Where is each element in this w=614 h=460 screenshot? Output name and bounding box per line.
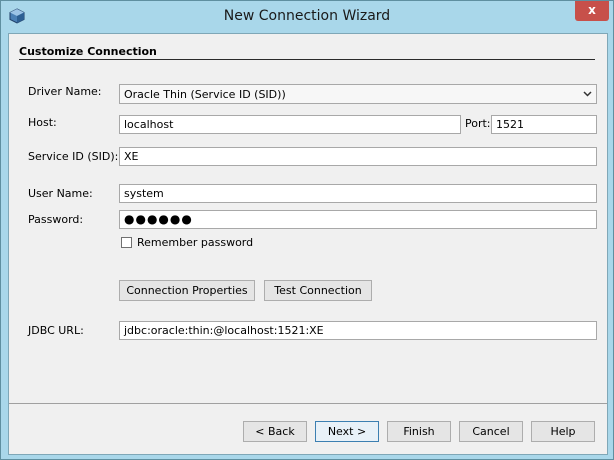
next-button[interactable]: Next > <box>315 421 379 442</box>
port-input[interactable]: 1521 <box>491 115 597 134</box>
service-id-label: Service ID (SID): <box>28 150 119 163</box>
help-button[interactable]: Help <box>531 421 595 442</box>
port-label: Port: <box>465 117 491 130</box>
close-button[interactable]: x <box>575 1 609 21</box>
driver-name-value: Oracle Thin (Service ID (SID)) <box>124 88 286 101</box>
chevron-down-icon <box>583 91 592 97</box>
wizard-window: New Connection Wizard x Customize Connec… <box>0 0 614 460</box>
password-label: Password: <box>28 213 84 226</box>
section-divider <box>19 59 595 60</box>
section-title: Customize Connection <box>19 45 157 58</box>
driver-name-select[interactable]: Oracle Thin (Service ID (SID)) <box>119 84 597 104</box>
finish-button[interactable]: Finish <box>387 421 451 442</box>
window-title: New Connection Wizard <box>223 8 391 24</box>
close-icon: x <box>588 3 596 17</box>
cancel-button[interactable]: Cancel <box>459 421 523 442</box>
host-label: Host: <box>28 116 57 129</box>
remember-password-label[interactable]: Remember password <box>137 236 253 249</box>
footer-divider <box>9 403 607 404</box>
user-name-label: User Name: <box>28 187 93 200</box>
test-connection-button[interactable]: Test Connection <box>264 280 372 301</box>
connection-properties-button[interactable]: Connection Properties <box>119 280 255 301</box>
jdbc-url-input[interactable]: jdbc:oracle:thin:@localhost:1521:XE <box>119 321 597 340</box>
back-button[interactable]: < Back <box>243 421 307 442</box>
driver-name-label: Driver Name: <box>28 85 102 98</box>
remember-password-checkbox[interactable] <box>121 237 132 248</box>
password-input[interactable]: ●●●●●● <box>119 210 597 229</box>
wizard-content: Customize Connection Driver Name: Oracle… <box>8 33 608 455</box>
title-bar[interactable]: New Connection Wizard x <box>1 1 613 33</box>
service-id-input[interactable]: XE <box>119 147 597 166</box>
user-name-input[interactable]: system <box>119 184 597 203</box>
host-input[interactable]: localhost <box>119 115 461 134</box>
jdbc-url-label: JDBC URL: <box>28 324 84 337</box>
